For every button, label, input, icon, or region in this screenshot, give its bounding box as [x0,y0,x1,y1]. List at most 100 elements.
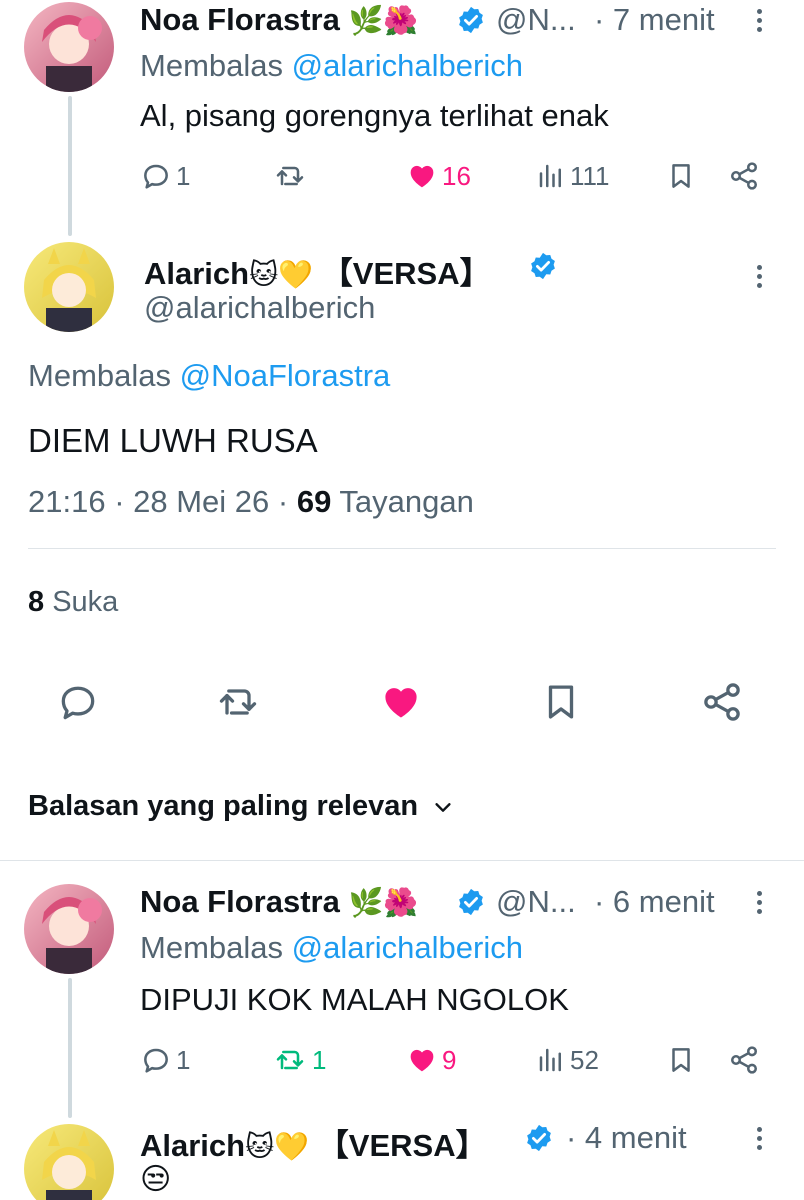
retweet-icon [276,1050,304,1070]
bookmark-icon [672,164,690,188]
author-name[interactable]: Noa Florastra 🌿🌺 [140,2,418,38]
bookmark-icon [548,685,574,719]
reply-icon [144,164,168,189]
reply-icon [61,686,95,720]
focused-replying-to: Membalas @NoaFlorastra [28,358,390,394]
reply1-reply-mention[interactable]: @alarichalberich [292,930,523,965]
reply1-views-button[interactable]: 52 [536,1044,599,1076]
tweet-timestamp[interactable]: 21:16 [28,484,106,519]
share-button[interactable] [728,160,760,192]
more-icon[interactable] [754,5,764,39]
reply2-name-text: Alarich [140,1128,246,1163]
reply-count: 1 [176,160,191,191]
focused-author-name[interactable]: Alarich🐱💛 【VERSA】 [144,248,491,293]
sort-label: Balasan yang paling relevan [28,790,419,822]
share-icon [731,162,757,190]
reply2-text: 😒 [140,1162,172,1197]
author-name-text: Noa Florastra [140,2,340,37]
focused-like-button[interactable] [378,680,424,724]
focused-share-button[interactable] [700,680,744,724]
verified-badge-icon [528,251,558,281]
reply-button[interactable]: 1 [140,160,190,192]
focused-author-handle[interactable]: @alarichalberich [144,290,375,326]
like-button[interactable]: 16 [406,160,471,192]
likes-summary[interactable]: 8 Suka [28,586,118,619]
reply1-text: DIPUJI KOK MALAH NGOLOK [140,982,569,1017]
reply2-name-emojis: 🐱💛 [245,1130,310,1163]
focused-name-text: Alarich [144,256,250,291]
tweet-meta: 21:16 · 28 Mei 26 · 69 Tayangan [28,484,474,519]
views-label: Tayangan [339,484,474,519]
reply1-share-button[interactable] [728,1044,760,1076]
views-button[interactable]: 111 [536,160,610,192]
likes-number: 8 [28,586,45,618]
reply1-reply-button[interactable]: 1 [140,1044,190,1076]
more-icon[interactable] [754,261,764,295]
reply1-like-count: 9 [442,1044,457,1075]
focused-reply-button[interactable] [56,680,100,724]
avatar-alarich[interactable] [24,242,114,332]
tweet-date[interactable]: 28 Mei 26 [133,484,269,519]
focused-reply-prefix: Membalas [28,358,180,393]
focused-retweet-button[interactable] [214,680,262,724]
heart-icon [385,688,417,718]
verified-badge-icon [524,1123,554,1153]
share-icon [704,683,740,721]
verified-badge-icon [456,887,486,917]
chevron-down-icon [435,802,451,812]
reply1-time[interactable]: · 6 menit [594,884,715,920]
reply2-time[interactable]: · 4 menit [566,1120,687,1156]
thread-line [68,978,72,1118]
reply1-author-name[interactable]: Noa Florastra 🌿🌺 [140,884,418,920]
avatar-noa[interactable] [24,884,114,974]
likes-label: Suka [52,586,119,618]
more-icon[interactable] [754,1123,764,1157]
reply-mention[interactable]: @alarichalberich [292,48,523,83]
tweet-text: Al, pisang gorengnya terlihat enak [140,98,609,133]
reply1-name-emojis: 🌿🌺 [348,886,419,919]
views-icon [539,164,561,188]
divider [0,860,804,861]
avatar-alarich[interactable] [24,1124,114,1200]
focused-reply-mention[interactable]: @NoaFlorastra [180,358,391,393]
focused-name-emojis: 🐱💛 [249,258,314,291]
focused-tweet-text: DIEM LUWH RUSA [28,422,318,459]
focused-bookmark-button[interactable] [540,680,582,724]
tweet-time[interactable]: · 7 menit [594,2,715,38]
reply1-retweet-button[interactable]: 1 [272,1044,326,1076]
reply1-replying-to: Membalas @alarichalberich [140,930,523,966]
reply-icon [144,1048,168,1073]
reply1-bookmark-button[interactable] [666,1044,696,1076]
bookmark-button[interactable] [666,160,696,192]
author-handle[interactable]: @N... [496,2,576,38]
focused-name-suffix: 【VERSA】 [321,256,491,291]
heart-icon [410,165,434,188]
bookmark-icon [672,1048,690,1072]
retweet-icon [276,166,304,186]
thread-line [68,96,72,236]
share-icon [731,1046,757,1074]
reply2-name-suffix: 【VERSA】 [317,1128,487,1163]
divider [28,548,776,549]
reply1-reply-prefix: Membalas [140,930,292,965]
reply1-name-text: Noa Florastra [140,884,340,919]
views-count: 111 [570,160,610,191]
heart-icon [410,1049,434,1072]
reply1-handle[interactable]: @N... [496,884,576,920]
name-emojis: 🌿🌺 [348,4,419,37]
reply1-retweet-count: 1 [312,1044,327,1075]
avatar-noa[interactable] [24,2,114,92]
reply1-like-button[interactable]: 9 [406,1044,456,1076]
retweet-icon [219,689,257,715]
verified-badge-icon [456,5,486,35]
views-number: 69 [296,484,332,519]
reply2-author-name[interactable]: Alarich🐱💛 【VERSA】 [140,1120,487,1165]
like-count: 16 [442,160,471,191]
reply-prefix: Membalas [140,48,292,83]
more-icon[interactable] [754,887,764,921]
retweet-button[interactable] [272,160,312,192]
reply1-views-count: 52 [570,1044,599,1075]
replying-to: Membalas @alarichalberich [140,48,523,84]
views-icon [539,1048,561,1072]
reply-sort-dropdown[interactable]: Balasan yang paling relevan [28,790,454,823]
